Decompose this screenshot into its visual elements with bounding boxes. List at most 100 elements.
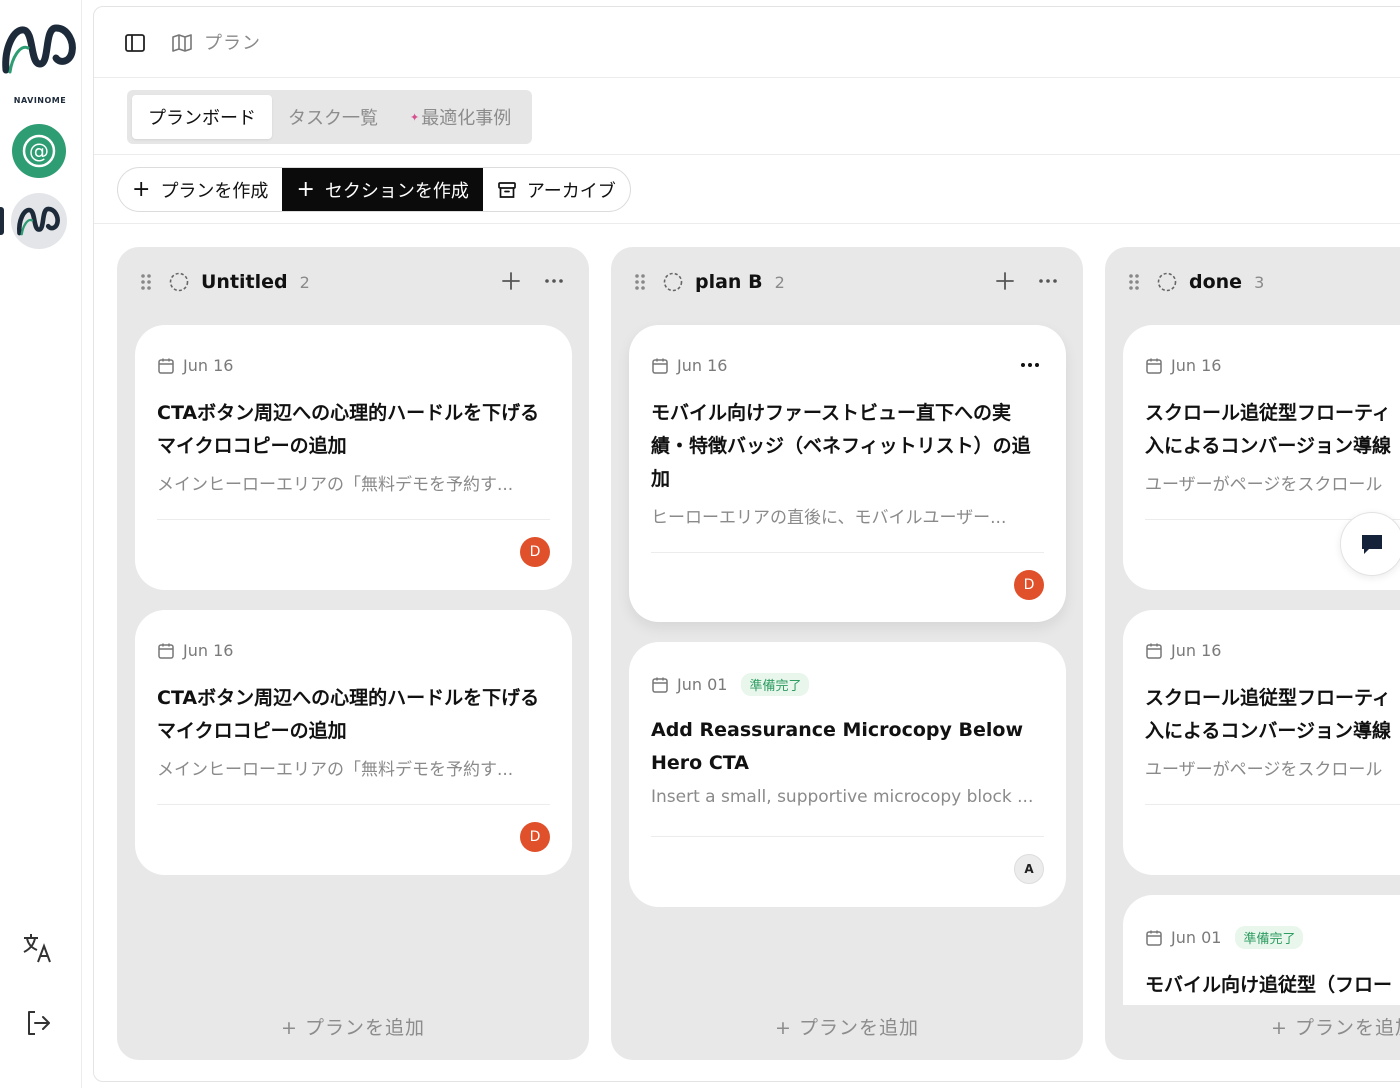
drag-handle-icon[interactable] xyxy=(139,272,153,292)
more-icon[interactable] xyxy=(1036,269,1060,293)
chat-button[interactable] xyxy=(1340,512,1400,576)
plus-icon: + xyxy=(1271,1017,1288,1039)
card-divider xyxy=(1145,804,1400,805)
sidebar-toggle-icon[interactable] xyxy=(124,32,146,54)
drag-handle-icon[interactable] xyxy=(633,272,647,292)
divider xyxy=(94,223,1400,224)
navinome-logo[interactable]: NAVINOME xyxy=(0,18,80,105)
calendar-icon xyxy=(652,677,668,693)
map-icon xyxy=(172,34,192,52)
more-icon[interactable] xyxy=(542,269,566,293)
card-title: CTAボタン周辺への心理的ハードルを下げるマイクロコピーの追加 xyxy=(157,402,540,457)
create-plan-button[interactable]: + プランを作成 xyxy=(118,168,282,211)
card-title: スクロール追従型フローティ入によるコンバージョン導線 xyxy=(1145,402,1392,457)
avatar[interactable]: A xyxy=(1014,854,1044,884)
column-title[interactable]: Untitled xyxy=(201,271,288,293)
plan-card[interactable]: Jun 16 モバイル向けファーストビュー直下への実績・特徴バッジ（ベネフィット… xyxy=(629,325,1066,622)
plan-card[interactable]: Jun 16 CTAボタン周辺への心理的ハードルを下げるマイクロコピーの追加 メ… xyxy=(135,325,572,590)
column-count: 2 xyxy=(299,272,310,292)
card-description: ユーザーがページをスクロール xyxy=(1145,760,1383,780)
add-plan-label: プランを追加 xyxy=(798,1017,919,1039)
card-title: スクロール追従型フローティ入によるコンバージョン導線 xyxy=(1145,687,1392,742)
drag-handle-icon[interactable] xyxy=(1127,272,1141,292)
plan-card[interactable]: Jun 01 準備完了 モバイル向け追従型（フロー xyxy=(1123,895,1400,1005)
create-plan-label: プランを作成 xyxy=(160,180,269,202)
logo-text: NAVINOME xyxy=(13,96,67,105)
card-title: モバイル向けファーストビュー直下への実績・特徴バッジ（ベネフィットリスト）の追加 xyxy=(651,402,1031,490)
card-date: Jun 16 xyxy=(651,356,727,375)
tab-plan-board[interactable]: プランボード xyxy=(132,95,272,139)
plus-icon: + xyxy=(132,176,151,202)
card-description: ユーザーがページをスクロール xyxy=(1145,475,1383,495)
status-ring-icon xyxy=(1157,272,1177,292)
card-title: CTAボタン周辺への心理的ハードルを下げるマイクロコピーの追加 xyxy=(157,687,540,742)
status-badge: 準備完了 xyxy=(1235,926,1304,949)
plus-icon: + xyxy=(296,176,315,202)
card-description: メインヒーローエリアの「無料デモを予約す... xyxy=(157,475,514,495)
add-plan-button[interactable]: + プランを追加 xyxy=(117,1013,589,1040)
add-plan-icon[interactable] xyxy=(993,269,1017,293)
card-date-text: Jun 16 xyxy=(183,641,234,660)
calendar-icon xyxy=(158,358,174,374)
card-more-icon[interactable] xyxy=(1018,355,1042,375)
tab-task-list[interactable]: タスク一覧 xyxy=(272,95,394,139)
archive-label: アーカイブ xyxy=(526,180,616,202)
column-header: done 3 xyxy=(1105,247,1400,317)
card-divider xyxy=(157,519,550,520)
calendar-icon xyxy=(652,358,668,374)
at-sign-icon: @ xyxy=(22,134,56,168)
card-date-text: Jun 01 xyxy=(1171,928,1222,947)
archive-icon xyxy=(498,181,516,198)
column-count: 2 xyxy=(774,272,785,292)
card-date: Jun 16 xyxy=(1145,356,1221,375)
column-count: 3 xyxy=(1254,272,1265,292)
card-date: Jun 01 準備完了 xyxy=(651,673,810,696)
column-title[interactable]: done xyxy=(1189,271,1242,293)
board-actions: + プランを作成 + セクションを作成 アーカイブ xyxy=(117,167,631,212)
plan-card[interactable]: Jun 16 スクロール追従型フローティ入によるコンバージョン導線 ユーザーがペ… xyxy=(1123,610,1400,875)
add-plan-label: プランを追加 xyxy=(1294,1017,1400,1039)
avatar[interactable]: D xyxy=(520,537,550,567)
create-section-label: セクションを作成 xyxy=(324,180,469,202)
add-plan-icon[interactable] xyxy=(499,269,523,293)
card-date-text: Jun 16 xyxy=(1171,356,1222,375)
app-rail: NAVINOME @ xyxy=(0,0,82,1088)
add-plan-button[interactable]: + プランを追加 xyxy=(1105,1013,1400,1040)
plan-card[interactable]: Jun 16 CTAボタン周辺への心理的ハードルを下げるマイクロコピーの追加 メ… xyxy=(135,610,572,875)
translate-icon[interactable] xyxy=(18,928,58,968)
tab-optimization-cases[interactable]: ✦ 最適化事例 xyxy=(394,95,527,139)
logout-icon[interactable] xyxy=(18,1003,58,1043)
calendar-icon xyxy=(1146,358,1162,374)
board-column: plan B 2 Jun 16 モバイル向けファーストビュー直下への実績・特徴バ… xyxy=(611,247,1083,1060)
card-date: Jun 16 xyxy=(1145,641,1221,660)
plan-card[interactable]: Jun 01 準備完了 Add Reassurance Microcopy Be… xyxy=(629,642,1066,907)
main-panel: プラン プランボード タスク一覧 ✦ 最適化事例 + プランを作成 + セクショ… xyxy=(93,6,1400,1082)
view-tabs: プランボード タスク一覧 ✦ 最適化事例 xyxy=(127,90,533,144)
at-app-button[interactable]: @ xyxy=(12,124,66,178)
navinome-app-button[interactable] xyxy=(11,193,67,249)
board-column: Untitled 2 Jun 16 CTAボタン周辺への心理的ハードルを下げるマ… xyxy=(117,247,589,1060)
breadcrumb[interactable]: プラン xyxy=(204,29,261,55)
add-plan-label: プランを追加 xyxy=(304,1017,425,1039)
card-divider xyxy=(651,836,1044,837)
archive-button[interactable]: アーカイブ xyxy=(483,168,630,211)
create-section-button[interactable]: + セクションを作成 xyxy=(282,168,483,211)
card-title: モバイル向け追従型（フロー xyxy=(1145,974,1393,996)
card-date: Jun 16 xyxy=(157,356,233,375)
avatar[interactable]: D xyxy=(520,822,550,852)
card-divider xyxy=(157,804,550,805)
active-app-indicator xyxy=(0,207,4,235)
avatar[interactable]: D xyxy=(1014,570,1044,600)
calendar-icon xyxy=(1146,930,1162,946)
sparkle-icon: ✦ xyxy=(410,110,420,124)
add-plan-button[interactable]: + プランを追加 xyxy=(611,1013,1083,1040)
tab-optimization-cases-label: 最適化事例 xyxy=(421,108,512,129)
card-date-text: Jun 16 xyxy=(183,356,234,375)
card-description: メインヒーローエリアの「無料デモを予約す... xyxy=(157,760,514,780)
card-date-text: Jun 16 xyxy=(677,356,728,375)
column-title[interactable]: plan B xyxy=(695,271,763,293)
status-ring-icon xyxy=(169,272,189,292)
card-description: ヒーローエリアの直後に、モバイルユーザー... xyxy=(651,508,1007,528)
calendar-icon xyxy=(158,643,174,659)
card-date-text: Jun 01 xyxy=(677,675,728,694)
